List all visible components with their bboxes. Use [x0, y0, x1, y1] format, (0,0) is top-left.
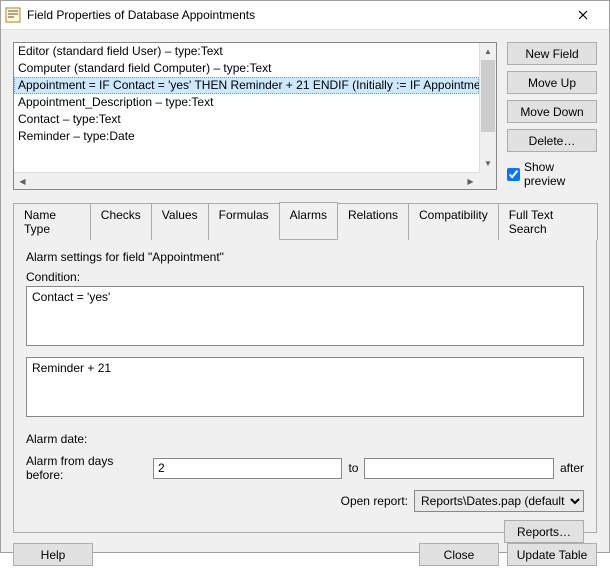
field-list[interactable]: Editor (standard field User) – type:Text… [13, 42, 497, 190]
help-button[interactable]: Help [13, 543, 93, 566]
field-list-item[interactable]: Appointment_Description – type:Text [14, 94, 479, 111]
alarm-to-input[interactable] [364, 458, 554, 479]
titlebar: Field Properties of Database Appointment… [1, 1, 609, 30]
tab-full-text-search[interactable]: Full Text Search [498, 203, 598, 240]
field-list-item[interactable]: Appointment = IF Contact = 'yes' THEN Re… [14, 77, 479, 94]
scroll-left-icon[interactable]: ◀ [14, 173, 31, 189]
open-report-label: Open report: [341, 494, 408, 508]
expression-textarea[interactable] [26, 357, 584, 417]
tab-strip: Name TypeChecksValuesFormulasAlarmsRelat… [13, 202, 597, 239]
scroll-up-icon[interactable]: ▲ [480, 43, 496, 60]
alarm-settings-title: Alarm settings for field "Appointment" [26, 250, 584, 264]
condition-textarea[interactable] [26, 286, 584, 346]
alarm-from-input[interactable] [153, 458, 343, 479]
field-list-item[interactable]: Reminder – type:Date [14, 128, 479, 145]
alarm-from-label: Alarm from days before: [26, 454, 147, 482]
field-list-item[interactable]: Contact – type:Text [14, 111, 479, 128]
tab-body-alarms: Alarm settings for field "Appointment" C… [13, 239, 597, 533]
tab-alarms[interactable]: Alarms [279, 202, 338, 239]
scroll-thumb[interactable] [481, 60, 495, 132]
show-preview-label: Show preview [524, 160, 597, 188]
show-preview-checkbox[interactable]: Show preview [507, 160, 597, 188]
window-title: Field Properties of Database Appointment… [27, 8, 561, 22]
tab-values[interactable]: Values [151, 203, 209, 240]
close-window-button[interactable] [561, 1, 605, 29]
move-up-button[interactable]: Move Up [507, 71, 597, 94]
tab-formulas[interactable]: Formulas [208, 203, 280, 240]
tab-compatibility[interactable]: Compatibility [408, 203, 499, 240]
after-label: after [560, 461, 584, 475]
alarm-date-label: Alarm date: [26, 432, 584, 446]
to-label: to [348, 461, 358, 475]
app-icon [5, 7, 21, 23]
vertical-scrollbar[interactable]: ▲ ▼ [479, 43, 496, 172]
delete-button[interactable]: Delete… [507, 129, 597, 152]
tab-relations[interactable]: Relations [337, 203, 409, 240]
open-report-select[interactable]: Reports\Dates.pap (default report) [414, 490, 584, 512]
tab-name-type[interactable]: Name Type [13, 203, 91, 240]
move-down-button[interactable]: Move Down [507, 100, 597, 123]
reports-button[interactable]: Reports… [504, 520, 584, 543]
tab-checks[interactable]: Checks [90, 203, 152, 240]
scroll-corner [479, 172, 496, 189]
show-preview-input[interactable] [507, 168, 520, 181]
scroll-down-icon[interactable]: ▼ [480, 155, 496, 172]
update-table-button[interactable]: Update Table [507, 543, 597, 566]
horizontal-scrollbar[interactable]: ◀ ▶ [14, 172, 479, 189]
new-field-button[interactable]: New Field [507, 42, 597, 65]
condition-label: Condition: [26, 270, 584, 284]
field-list-item[interactable]: Computer (standard field Computer) – typ… [14, 60, 479, 77]
scroll-right-icon[interactable]: ▶ [462, 173, 479, 189]
field-list-item[interactable]: Editor (standard field User) – type:Text [14, 43, 479, 60]
close-button[interactable]: Close [419, 543, 499, 566]
